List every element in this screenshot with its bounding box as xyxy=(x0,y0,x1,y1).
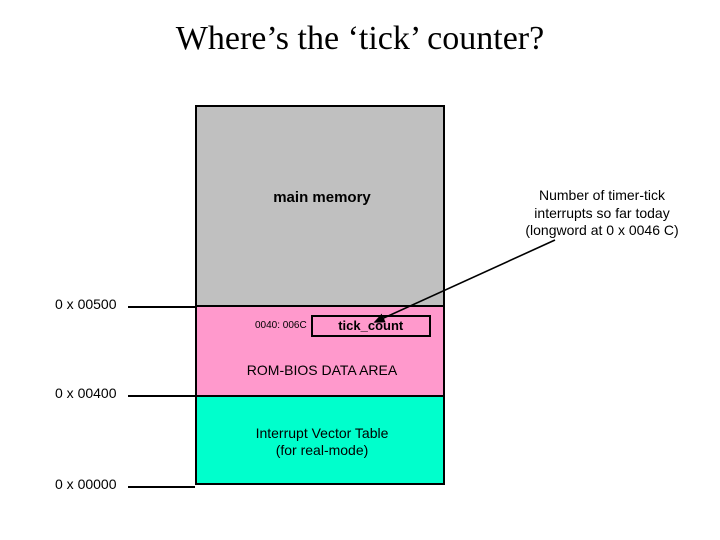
region-rom-bios-label: ROM-BIOS DATA AREA xyxy=(197,362,447,378)
region-ivt-label: Interrupt Vector Table (for real-mode) xyxy=(197,425,447,459)
region-main-memory-label: main memory xyxy=(197,189,447,206)
note-line2: interrupts so far today xyxy=(534,205,669,221)
addr-00500: 0 x 00500 xyxy=(55,296,117,312)
tick-count-addr: 0040: 006C xyxy=(255,315,311,337)
region-rom-bios: 0040: 006C tick_count ROM-BIOS DATA AREA xyxy=(195,305,445,395)
region-main-memory: main memory xyxy=(195,105,445,305)
slide-title: Where’s the ‘tick’ counter? xyxy=(0,20,720,58)
addr-00400: 0 x 00400 xyxy=(55,385,117,401)
addr-00000-line xyxy=(128,486,195,488)
addr-00000: 0 x 00000 xyxy=(55,476,117,492)
note-line1: Number of timer-tick xyxy=(539,187,665,203)
addr-00500-line xyxy=(128,306,195,308)
addr-00400-line xyxy=(128,395,195,397)
ivt-label-line1: Interrupt Vector Table xyxy=(256,425,389,441)
note-line3: (longword at 0 x 0046 C) xyxy=(525,222,678,238)
tick-count-cell: tick_count xyxy=(311,315,431,337)
memory-diagram: main memory 0040: 006C tick_count ROM-BI… xyxy=(195,105,445,485)
region-ivt: Interrupt Vector Table (for real-mode) xyxy=(195,395,445,485)
ivt-label-line2: (for real-mode) xyxy=(276,442,369,458)
tick-count-row: 0040: 006C tick_count xyxy=(255,315,431,337)
annotation-note: Number of timer-tick interrupts so far t… xyxy=(502,187,702,240)
